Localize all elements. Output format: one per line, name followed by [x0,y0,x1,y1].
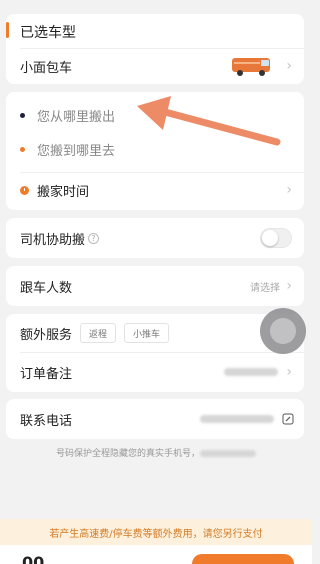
driver-help-card: 司机协助搬 ? [6,218,304,258]
passenger-label: 跟车人数 [20,280,73,296]
fee-notice-banner: 若产生高速费/停车费等额外费用，请您另行支付 [0,519,312,545]
driver-help-toggle[interactable] [260,228,292,248]
order-notes-value [224,368,278,376]
passenger-card: 跟车人数 请选择 › [6,266,304,306]
edit-icon[interactable] [282,413,294,425]
floating-assistant-button[interactable] [260,308,306,354]
driver-help-label: 司机协助搬 [20,232,86,248]
chevron-right-icon: › [286,182,292,198]
van-icon [232,58,270,76]
van-image [230,55,274,77]
order-notes-row[interactable]: 订单备注 › [6,352,304,392]
pickup-dot-icon [20,112,25,118]
place-order-button[interactable] [192,554,294,564]
extras-card: 额外服务 返程 小推车 订单备注 › [6,314,304,392]
vehicle-type-row[interactable]: 小面包车 › [6,48,304,84]
fee-notice-text: 若产生高速费/停车费等额外费用，请您另行支付 [49,528,263,540]
order-notes-label: 订单备注 [20,366,73,382]
extra-service-tag-return[interactable]: 返程 [80,323,117,343]
passenger-count-row[interactable]: 跟车人数 请选择 › [6,266,304,306]
privacy-phone-blurred [200,450,256,457]
move-time-row[interactable]: 搬家时间 › [6,174,304,206]
dropoff-dot-icon [20,146,25,152]
privacy-note: 号码保护全程隐藏您的真实手机号， [0,446,312,459]
help-question-icon[interactable]: ? [88,232,100,244]
vehicle-card: 已选车型 小面包车 › [6,14,304,84]
pickup-placeholder: 您从哪里搬出 [37,109,116,125]
chevron-right-icon: › [286,364,292,380]
contact-phone-value [200,415,274,423]
driver-help-row: 司机协助搬 ? [6,218,304,258]
vehicle-section-title: 已选车型 [20,25,76,41]
move-time-label: 搬家时间 [37,184,90,200]
privacy-note-text: 号码保护全程隐藏您的真实手机号， [55,449,200,459]
section-accent-bar [6,22,9,38]
price-amount: 00 [22,553,45,564]
clock-icon [20,185,29,195]
contact-phone-row[interactable]: 联系电话 [6,399,304,439]
arrow-annotation [137,96,281,146]
dropoff-placeholder: 您搬到哪里去 [37,143,116,159]
chevron-right-icon: › [286,278,292,294]
extra-service-tag-cart[interactable]: 小推车 [124,323,170,343]
extra-services-label: 额外服务 [20,327,73,343]
contact-card: 联系电话 [6,399,304,439]
vehicle-name: 小面包车 [20,60,73,76]
chevron-right-icon: › [286,58,292,74]
bottom-bar: 00 [0,545,312,564]
passenger-placeholder: 请选择 [250,282,280,294]
contact-phone-label: 联系电话 [20,413,73,429]
